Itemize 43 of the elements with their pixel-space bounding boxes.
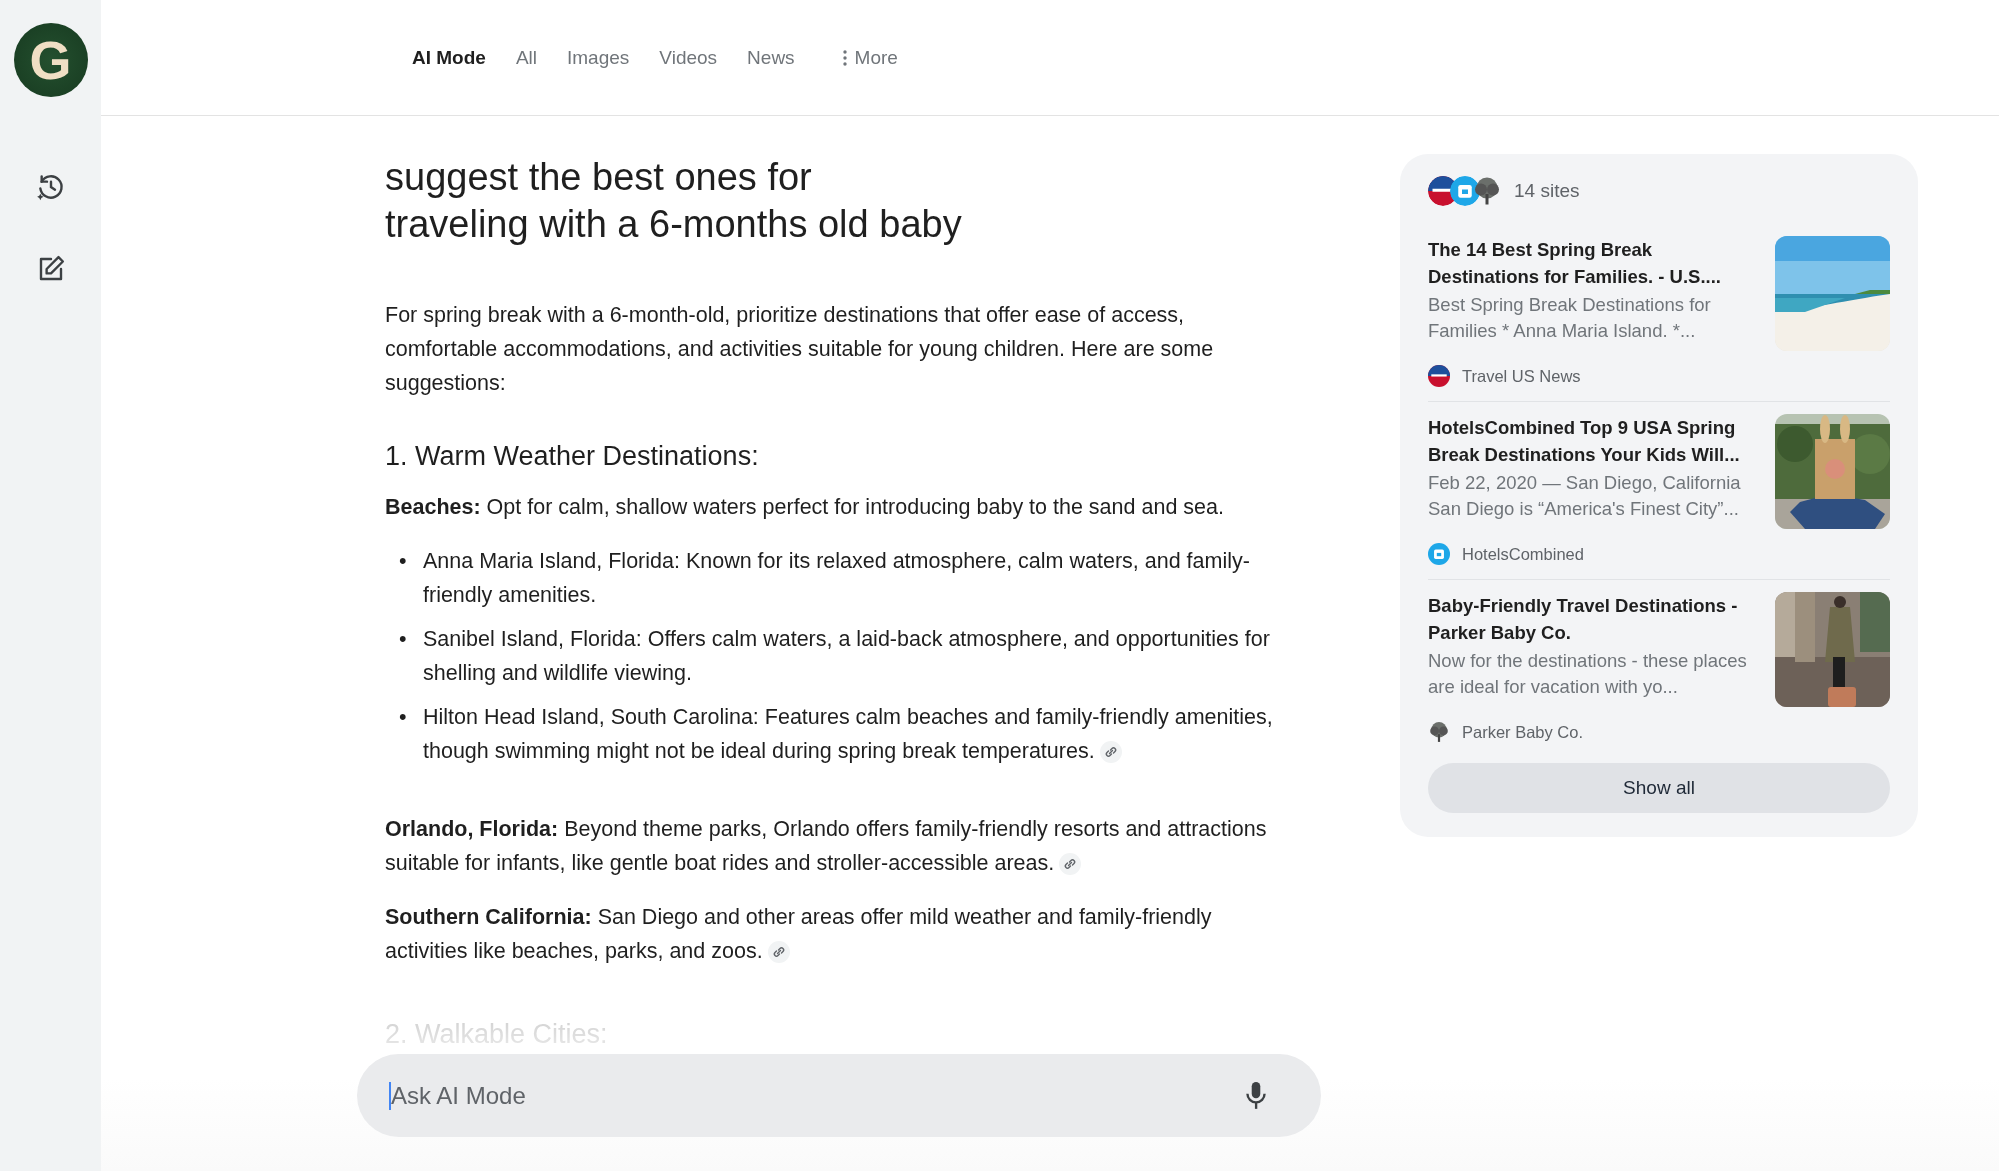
source-snippet: Feb 22, 2020 — San Diego, California San Diego is “America's Finest City”...	[1428, 471, 1742, 521]
bag-logo-icon	[1450, 176, 1480, 206]
tab[interactable]: News	[733, 38, 809, 77]
source-snippet: Now for the destinations - these places are ideal for vacation with yo...	[1428, 649, 1748, 699]
answer-paragraph: Orlando, Florida: Beyond theme parks, Orlando offers family-friendly resorts and attractions suitable for infants, like gentle boat rides and stroller-accessible areas.	[385, 816, 1268, 879]
kebab-icon	[842, 49, 847, 66]
bag-logo-icon	[1428, 543, 1450, 565]
bullet: •	[399, 548, 408, 575]
query-title: suggest the best ones for	[385, 155, 813, 200]
bullet: •	[399, 626, 408, 653]
source-snippet: Best Spring Break Destinations for Families * Anna Maria Island. *...	[1428, 293, 1712, 343]
answer-paragraph: Beaches: Opt for calm, shallow waters perfect for introducing baby to the sand and sea.	[385, 494, 1225, 521]
search-bar[interactable]: Ask AI Mode	[357, 1054, 1321, 1137]
tree-icon	[1428, 721, 1450, 743]
link-icon[interactable]	[1098, 740, 1123, 765]
bullet-item: Anna Maria Island, Florida: Known for its relaxed atmosphere, calm waters, and family-friendly amenities.	[423, 548, 1251, 609]
query-title: traveling with a 6-months old baby	[385, 202, 963, 247]
ask-field[interactable]: Ask AI Mode	[389, 1081, 1243, 1110]
link-icon[interactable]	[766, 940, 791, 965]
section-heading: 1. Warm Weather Destinations:	[385, 440, 760, 473]
show-all-button[interactable]: Show all	[1428, 763, 1890, 813]
bullet: •	[399, 704, 408, 731]
tree-icon	[1472, 176, 1502, 206]
bullet-item: Sanibel Island, Florida: Offers calm waters, a laid-back atmosphere, and opportunities for shelling and wildlife viewing.	[423, 626, 1271, 687]
bullet-item: Hilton Head Island, South Carolina: Features calm beaches and family-friendly amenities, though swimming might not be ideal during spring break temperatures.	[423, 704, 1274, 767]
logo[interactable]: G	[13, 23, 88, 97]
answer-paragraph: Southern California: San Diego and other areas offer mild weather and family-friendly activities like beaches, parks, and zoos.	[385, 904, 1213, 967]
tab[interactable]: Images	[553, 38, 644, 77]
source-title[interactable]: HotelsCombined Top 9 USA Spring Break Destinations Your Kids Will...	[1428, 414, 1761, 468]
answer-paragraph: For spring break with a 6-month-old, prioritize destinations that offer ease of access, comfortable accommodations, and activities suitable for young children. Here are some suggestions:	[385, 302, 1215, 397]
link-icon[interactable]	[1058, 852, 1083, 877]
source-site[interactable]: Parker Baby Co.	[1462, 722, 1584, 742]
source-title[interactable]: Baby-Friendly Travel Destinations - Parker Baby Co.	[1428, 592, 1761, 646]
tab[interactable]: AI Mode	[398, 38, 500, 77]
tab[interactable]: Videos	[645, 38, 732, 77]
tab[interactable]: All	[501, 38, 551, 77]
source-title[interactable]: The 14 Best Spring Break Destinations for Families. - U.S....	[1428, 236, 1761, 290]
microphone-icon[interactable]	[1243, 1080, 1269, 1111]
source-site[interactable]: Travel US News	[1462, 366, 1581, 386]
more-tab[interactable]: More	[828, 38, 912, 77]
sites-count[interactable]: 14 sites	[1514, 180, 1580, 202]
news-logo-icon	[1428, 365, 1450, 387]
source-site[interactable]: HotelsCombined	[1462, 544, 1584, 564]
